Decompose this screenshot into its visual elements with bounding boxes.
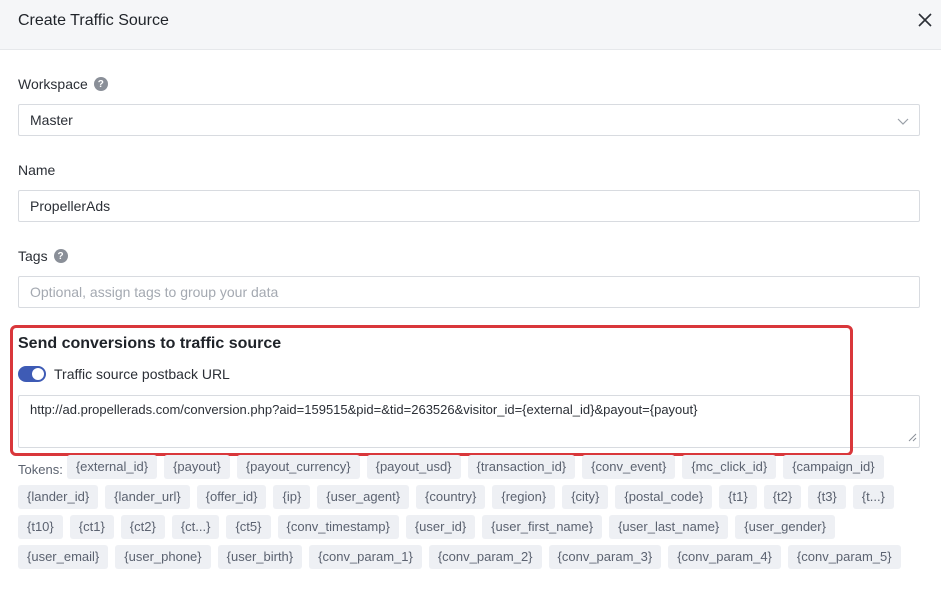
token-chip[interactable]: {user_email} — [18, 545, 109, 569]
dialog-title: Create Traffic Source — [18, 12, 169, 29]
token-chip[interactable]: {t2} — [763, 485, 802, 509]
section-title: Send conversions to traffic source — [18, 335, 282, 352]
token-chip[interactable]: {ct2} — [120, 515, 165, 539]
token-chip[interactable]: {conv_timestamp} — [277, 515, 399, 539]
token-chip[interactable]: {user_gender} — [735, 515, 835, 539]
postback-toggle[interactable] — [18, 366, 46, 382]
token-chip[interactable]: {conv_param_5} — [787, 545, 901, 569]
token-chip[interactable]: {conv_param_3} — [548, 545, 662, 569]
token-chip[interactable]: {campaign_id} — [783, 455, 884, 479]
token-chip[interactable]: {user_birth} — [217, 545, 303, 569]
postback-url-textarea[interactable]: http://ad.propellerads.com/conversion.ph… — [18, 395, 920, 448]
token-chip[interactable]: {offer_id} — [196, 485, 267, 509]
help-icon[interactable]: ? — [53, 249, 68, 263]
token-chip[interactable]: {payout_currency} — [236, 455, 360, 479]
workspace-value: Master — [30, 112, 73, 128]
name-input[interactable]: PropellerAds — [18, 190, 920, 222]
token-chip[interactable]: {conv_param_1} — [309, 545, 422, 569]
token-chip[interactable]: {conv_param_2} — [428, 545, 542, 569]
token-chip[interactable]: {lander_url} — [105, 485, 190, 509]
token-chip[interactable]: {conv_param_4} — [668, 545, 781, 569]
token-chip[interactable]: {user_phone} — [115, 545, 211, 569]
token-chip[interactable]: {city} — [562, 485, 609, 509]
token-chip[interactable]: {user_agent} — [317, 485, 410, 509]
token-chip[interactable]: {ct...} — [171, 515, 220, 539]
postback-toggle-label: Traffic source postback URL — [54, 366, 230, 382]
tags-label: Tags ? — [18, 248, 68, 264]
tokens-list: Tokens: {external_id} {payout} {payout_cur… — [18, 455, 923, 575]
token-chip[interactable]: {user_id} — [405, 515, 476, 539]
token-chip[interactable]: {t10} — [18, 515, 63, 539]
chevron-down-icon — [897, 114, 909, 130]
name-value: PropellerAds — [30, 198, 111, 214]
token-chip[interactable]: {conv_event} — [582, 455, 676, 479]
dialog-header: Create Traffic Source — [0, 0, 941, 50]
token-chip[interactable]: {t...} — [852, 485, 894, 509]
token-chip[interactable]: {ip} — [273, 485, 311, 509]
help-icon[interactable]: ? — [93, 77, 108, 91]
close-icon[interactable] — [915, 10, 935, 30]
token-chip[interactable]: {mc_click_id} — [682, 455, 777, 479]
toggle-knob — [32, 368, 44, 380]
postback-toggle-row: Traffic source postback URL — [18, 366, 230, 382]
resize-handle-icon[interactable] — [908, 430, 917, 445]
token-chip[interactable]: {user_first_name} — [482, 515, 603, 539]
token-chip[interactable]: {region} — [492, 485, 556, 509]
name-label: Name — [18, 162, 56, 178]
token-chip[interactable]: {lander_id} — [18, 485, 99, 509]
tags-placeholder: Optional, assign tags to group your data — [30, 284, 279, 300]
workspace-select[interactable]: Master — [18, 104, 920, 136]
token-chip[interactable]: {transaction_id} — [467, 455, 576, 479]
token-chip[interactable]: {t3} — [808, 485, 846, 509]
token-chip[interactable]: {ct1} — [69, 515, 114, 539]
tokens-label: Tokens: — [18, 462, 63, 477]
token-chip[interactable]: {postal_code} — [615, 485, 713, 509]
token-chip[interactable]: {ct5} — [226, 515, 271, 539]
tags-input[interactable]: Optional, assign tags to group your data — [18, 276, 920, 308]
token-chip[interactable]: {t1} — [719, 485, 757, 509]
token-chip[interactable]: {external_id} — [66, 455, 158, 479]
token-chip[interactable]: {payout_usd} — [366, 455, 461, 479]
workspace-label: Workspace ? — [18, 76, 108, 92]
token-chip[interactable]: {payout} — [164, 455, 230, 479]
token-chip[interactable]: {country} — [416, 485, 486, 509]
token-chip[interactable]: {user_last_name} — [609, 515, 729, 539]
postback-url-value: http://ad.propellerads.com/conversion.ph… — [30, 402, 698, 417]
